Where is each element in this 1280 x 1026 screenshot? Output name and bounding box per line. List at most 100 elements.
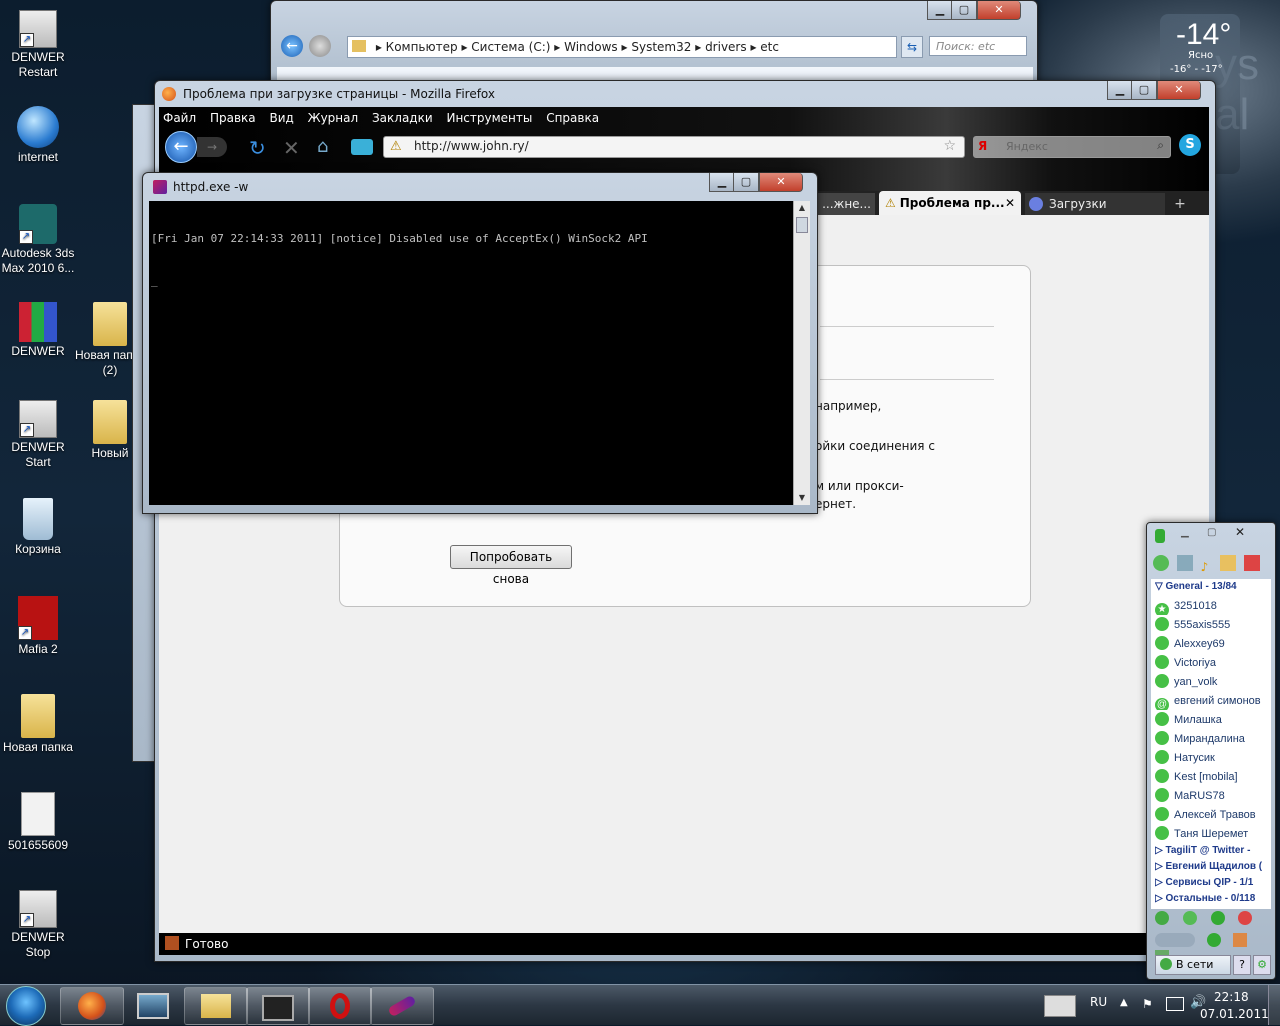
network-icon[interactable] — [1166, 997, 1184, 1011]
group-header[interactable]: ▷ Евгений Щадилов ( — [1155, 859, 1271, 875]
maximize-button[interactable]: ▢ — [951, 1, 977, 20]
taskbar-computer[interactable] — [122, 987, 184, 1023]
desktop-icon-mafia2[interactable]: ↗ Mafia 2 — [0, 596, 76, 657]
contact-item[interactable]: Мирандалина — [1155, 730, 1271, 748]
minimize-button[interactable]: ▁ — [709, 173, 735, 192]
taskbar-opera[interactable] — [308, 987, 372, 1025]
breadcrumb-item[interactable]: ▸ drivers — [695, 40, 746, 54]
desktop-icon-recycle-bin[interactable]: Корзина — [0, 498, 76, 557]
contacts-icon[interactable] — [1153, 555, 1169, 571]
new-tab-button[interactable]: + — [1171, 193, 1189, 215]
language-indicator[interactable]: RU — [1090, 995, 1107, 1009]
contact-item[interactable]: Kest [mobila] — [1155, 768, 1271, 786]
retry-button[interactable]: Попробовать снова — [450, 545, 572, 586]
phone-icon[interactable] — [1206, 933, 1221, 947]
desktop-icon-new-folder[interactable]: Новая папка — [0, 694, 76, 755]
taskbar-explorer[interactable] — [184, 987, 248, 1025]
help-icon[interactable]: ? — [1233, 955, 1251, 975]
desktop-icon-501655609[interactable]: 501655609 — [0, 792, 76, 853]
scroll-up-icon[interactable]: ▲ — [794, 201, 810, 215]
contact-item[interactable]: @ евгений симонов — [1155, 692, 1271, 710]
chat-icon[interactable] — [1176, 555, 1193, 571]
menu-view[interactable]: Вид — [269, 111, 293, 125]
console-output[interactable]: [Fri Jan 07 22:14:33 2011] [notice] Disa… — [149, 201, 793, 505]
contact-item[interactable]: Victoriya — [1155, 654, 1271, 672]
status-target-icon[interactable] — [1238, 911, 1253, 925]
status-flower-icon[interactable] — [1182, 911, 1197, 925]
minimize-button[interactable]: ▁ — [1107, 81, 1133, 100]
group-header[interactable]: ▷ Остальные - 0/118 — [1155, 891, 1271, 907]
contact-item[interactable]: Alexxey69 — [1155, 635, 1271, 653]
refresh-icon[interactable]: ⇆ — [901, 36, 923, 58]
taskbar-firefox[interactable] — [60, 987, 124, 1025]
taskbar-cmd[interactable] — [246, 987, 310, 1025]
close-button[interactable]: ✕ — [1235, 525, 1245, 539]
desktop-icon-denwer-start[interactable]: ↗ DENWER Start — [0, 400, 76, 470]
contact-item[interactable]: Таня Шеремет — [1155, 825, 1271, 843]
desktop-icon-denwer-restart[interactable]: ↗ DENWER Restart — [0, 10, 76, 80]
contact-item[interactable]: yan_volk — [1155, 673, 1271, 691]
maximize-button[interactable]: ▢ — [733, 173, 759, 192]
maximize-button[interactable]: ▢ — [1131, 81, 1157, 100]
tab-active[interactable]: ⚠ Проблема пр... ✕ — [879, 191, 1021, 215]
sound-icon[interactable]: ♪ — [1201, 560, 1217, 576]
menu-history[interactable]: Журнал — [308, 111, 359, 125]
tray-notes-icon[interactable] — [1044, 995, 1076, 1017]
close-button[interactable]: ✕ — [759, 173, 803, 192]
desktop-icon-denwer-stop[interactable]: ↗ DENWER Stop — [0, 890, 76, 960]
plugins-icon[interactable] — [1232, 933, 1247, 947]
breadcrumb-item[interactable]: ▸ etc — [750, 40, 779, 54]
show-hidden-icons[interactable]: ▲ — [1120, 997, 1128, 1008]
group-header[interactable]: ▷ Сервисы QIP - 1/1 — [1155, 875, 1271, 891]
show-desktop-button[interactable] — [1268, 985, 1280, 1025]
action-center-icon[interactable]: ⚑ — [1142, 997, 1153, 1011]
desktop-icon-denwer[interactable]: DENWER — [0, 302, 76, 359]
status-at-icon[interactable] — [1210, 911, 1225, 925]
menu-bookmarks[interactable]: Закладки — [372, 111, 433, 125]
contact-item[interactable]: Милашка — [1155, 711, 1271, 729]
scrollbar[interactable]: ▲ ▼ — [793, 201, 810, 505]
contact-item[interactable]: 555axis555 — [1155, 616, 1271, 634]
breadcrumb-item[interactable]: ▸ Компьютер — [376, 40, 458, 54]
contact-item[interactable]: Алексей Травов — [1155, 806, 1271, 824]
arrows-icon[interactable] — [1155, 933, 1195, 947]
address-bar[interactable]: ▸ Компьютер ▸ Система (C:) ▸ Windows ▸ S… — [347, 36, 897, 58]
reload-icon[interactable]: ↻ — [249, 136, 266, 160]
desktop-icon-3dsmax[interactable]: ↗ Autodesk 3ds Max 2010 6... — [0, 204, 76, 276]
group-header[interactable]: ▷ TagiliT @ Twitter - — [1155, 843, 1271, 859]
contact-item[interactable]: Натусик — [1155, 749, 1271, 767]
menu-file[interactable]: Файл — [163, 111, 196, 125]
start-button[interactable] — [6, 986, 46, 1026]
scroll-thumb[interactable] — [796, 217, 808, 233]
minimize-button[interactable]: ▁ — [1181, 527, 1189, 538]
back-button[interactable]: ← — [165, 131, 197, 163]
tab-inactive[interactable]: ...жне... — [815, 193, 875, 215]
breadcrumb-item[interactable]: ▸ Система (C:) — [461, 40, 550, 54]
clock-date[interactable]: 07.01.2011 — [1200, 1007, 1269, 1021]
close-button[interactable]: ✕ — [1157, 81, 1201, 100]
scroll-down-icon[interactable]: ▼ — [794, 491, 810, 505]
back-button[interactable]: ← — [281, 35, 303, 57]
url-bar[interactable]: ⚠ http://www.john.ry/ ☆ — [383, 136, 965, 158]
console-window[interactable]: httpd.exe -w ▁ ▢ ✕ [Fri Jan 07 22:14:33 … — [142, 172, 818, 514]
close-button[interactable]: ✕ — [977, 1, 1021, 20]
qip-window[interactable]: ▁ ▢ ✕ ♪ ▽ General - 13/84 ★ 3251018 555ax… — [1146, 522, 1276, 980]
tab-downloads[interactable]: Загрузки — [1025, 193, 1165, 215]
desktop-icon-internet[interactable]: internet — [0, 106, 76, 165]
skype-icon[interactable]: S — [1179, 134, 1201, 156]
calendar-icon[interactable] — [1244, 555, 1261, 571]
forward-button[interactable]: → — [197, 137, 227, 157]
addon-icon[interactable] — [351, 139, 373, 155]
search-input[interactable]: Поиск: etc — [929, 36, 1027, 56]
stop-icon[interactable]: ✕ — [283, 136, 300, 160]
menu-help[interactable]: Справка — [546, 111, 599, 125]
group-header[interactable]: ▽ General - 13/84 — [1155, 579, 1271, 595]
menu-tools[interactable]: Инструменты — [446, 111, 532, 125]
breadcrumb-item[interactable]: ▸ Windows — [554, 40, 617, 54]
clock-time[interactable]: 22:18 — [1214, 990, 1249, 1004]
settings-icon[interactable]: ⚙ — [1253, 955, 1271, 975]
home-icon[interactable]: ⌂ — [317, 136, 328, 157]
contact-item[interactable]: MaRUS78 — [1155, 787, 1271, 805]
taskbar-httpd[interactable] — [370, 987, 434, 1025]
contact-item[interactable]: ★ 3251018 — [1155, 597, 1271, 615]
